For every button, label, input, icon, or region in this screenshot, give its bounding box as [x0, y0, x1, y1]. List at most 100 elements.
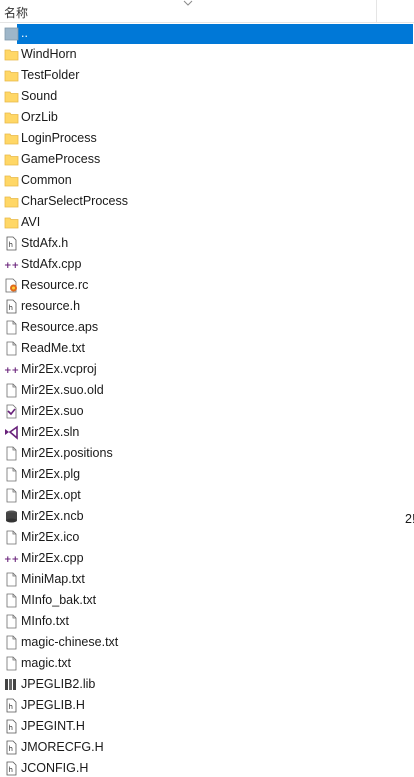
text-file-icon: [4, 593, 19, 608]
file-row[interactable]: Mir2Ex.suo: [0, 401, 376, 422]
file-row[interactable]: ++ Mir2Ex.vcproj: [0, 359, 376, 380]
svg-text:h: h: [9, 241, 13, 249]
file-name: Mir2Ex.opt: [21, 488, 81, 502]
file-row[interactable]: h JPEGINT.H: [0, 716, 376, 737]
file-name: Mir2Ex.suo.old: [21, 383, 104, 397]
file-row[interactable]: magic.txt: [0, 653, 376, 674]
sort-ascending-icon: [183, 0, 193, 6]
text-file-icon: [4, 656, 19, 671]
lib-file-icon: [4, 677, 19, 692]
folder-icon: [4, 215, 19, 230]
text-file-icon: [4, 614, 19, 629]
database-file-icon: [4, 509, 19, 524]
file-row[interactable]: ReadMe.txt: [0, 338, 376, 359]
folder-icon: [4, 68, 19, 83]
file-row[interactable]: h JMORECFG.H: [0, 737, 376, 758]
partial-column-text: 2!: [405, 512, 414, 526]
file-row[interactable]: MInfo.txt: [0, 611, 376, 632]
file-row[interactable]: MInfo_bak.txt: [0, 590, 376, 611]
svg-text:h: h: [9, 304, 13, 312]
file-row[interactable]: ..: [0, 23, 413, 44]
file-name: magic-chinese.txt: [21, 635, 119, 649]
blank-file-icon: [4, 446, 19, 461]
file-row[interactable]: LoginProcess: [0, 128, 376, 149]
file-row[interactable]: TestFolder: [0, 65, 376, 86]
blank-file-icon: [4, 383, 19, 398]
file-name: StdAfx.cpp: [21, 257, 82, 271]
file-row[interactable]: Common: [0, 170, 376, 191]
vs-file-icon: [4, 404, 19, 419]
file-name: StdAfx.h: [21, 236, 69, 250]
file-name: JPEGINT.H: [21, 719, 85, 733]
file-row[interactable]: Mir2Ex.opt: [0, 485, 376, 506]
cpp-file-icon: ++: [4, 362, 19, 377]
file-name: Mir2Ex.positions: [21, 446, 113, 460]
file-name: Mir2Ex.ico: [21, 530, 80, 544]
file-row[interactable]: Mir2Ex.ncb: [0, 506, 376, 527]
file-name: ReadMe.txt: [21, 341, 85, 355]
file-row[interactable]: Resource.rc: [0, 275, 376, 296]
file-row[interactable]: AVI: [0, 212, 376, 233]
selection-highlight: [17, 24, 413, 44]
header-file-icon: h: [4, 299, 19, 314]
file-row[interactable]: Sound: [0, 86, 376, 107]
file-name: AVI: [21, 215, 41, 229]
file-name: Resource.aps: [21, 320, 99, 334]
resource-file-icon: [4, 278, 19, 293]
file-row[interactable]: Mir2Ex.suo.old: [0, 380, 376, 401]
folder-icon: [4, 110, 19, 125]
folder-icon: [4, 152, 19, 167]
file-name: resource.h: [21, 299, 81, 313]
text-file-icon: [4, 572, 19, 587]
file-name: GameProcess: [21, 152, 101, 166]
file-row[interactable]: OrzLib: [0, 107, 376, 128]
file-row[interactable]: Mir2Ex.plg: [0, 464, 376, 485]
file-name: WindHorn: [21, 47, 77, 61]
file-name: Mir2Ex.ncb: [21, 509, 84, 523]
file-name: magic.txt: [21, 656, 72, 670]
file-name: MiniMap.txt: [21, 572, 85, 586]
file-row[interactable]: magic-chinese.txt: [0, 632, 376, 653]
file-row[interactable]: Mir2Ex.ico: [0, 527, 376, 548]
file-name: Mir2Ex.sln: [21, 425, 80, 439]
file-name: JMORECFG.H: [21, 740, 104, 754]
header-file-icon: h: [4, 761, 19, 776]
file-name: JPEGLIB2.lib: [21, 677, 96, 691]
name-column-label: 名称: [4, 6, 29, 20]
svg-text:++: ++: [4, 261, 19, 271]
svg-text:h: h: [9, 724, 13, 732]
file-row[interactable]: ++ Mir2Ex.cpp: [0, 548, 376, 569]
next-column-header[interactable]: [377, 0, 414, 22]
column-header-bar: 名称: [0, 0, 414, 23]
file-row[interactable]: MiniMap.txt: [0, 569, 376, 590]
file-name: Resource.rc: [21, 278, 89, 292]
folder-icon: [4, 173, 19, 188]
svg-text:++: ++: [4, 366, 19, 376]
file-row[interactable]: JPEGLIB2.lib: [0, 674, 376, 695]
file-name: LoginProcess: [21, 131, 97, 145]
file-name: Mir2Ex.vcproj: [21, 362, 97, 376]
file-row[interactable]: h StdAfx.h: [0, 233, 376, 254]
file-name: Mir2Ex.suo: [21, 404, 84, 418]
name-column-header[interactable]: 名称: [0, 0, 377, 22]
file-row[interactable]: ++ StdAfx.cpp: [0, 254, 376, 275]
folder-icon: [4, 131, 19, 146]
file-name: JPEGLIB.H: [21, 698, 85, 712]
file-row[interactable]: h JCONFIG.H: [0, 758, 376, 777]
file-row[interactable]: CharSelectProcess: [0, 191, 376, 212]
file-row[interactable]: h resource.h: [0, 296, 376, 317]
folder-icon: [4, 194, 19, 209]
file-row[interactable]: Resource.aps: [0, 317, 376, 338]
file-list-window: 名称 2! .. WindHorn TestFolder Sound OrzLib Log…: [0, 0, 414, 777]
file-name: MInfo_bak.txt: [21, 593, 97, 607]
folder-icon: [4, 89, 19, 104]
file-row[interactable]: GameProcess: [0, 149, 376, 170]
file-row[interactable]: h JPEGLIB.H: [0, 695, 376, 716]
file-row[interactable]: Mir2Ex.sln: [0, 422, 376, 443]
text-file-icon: [4, 635, 19, 650]
cpp-file-icon: ++: [4, 257, 19, 272]
file-row[interactable]: Mir2Ex.positions: [0, 443, 376, 464]
svg-text:h: h: [9, 703, 13, 711]
file-row[interactable]: WindHorn: [0, 44, 376, 65]
vs-solution-icon: [4, 425, 19, 440]
